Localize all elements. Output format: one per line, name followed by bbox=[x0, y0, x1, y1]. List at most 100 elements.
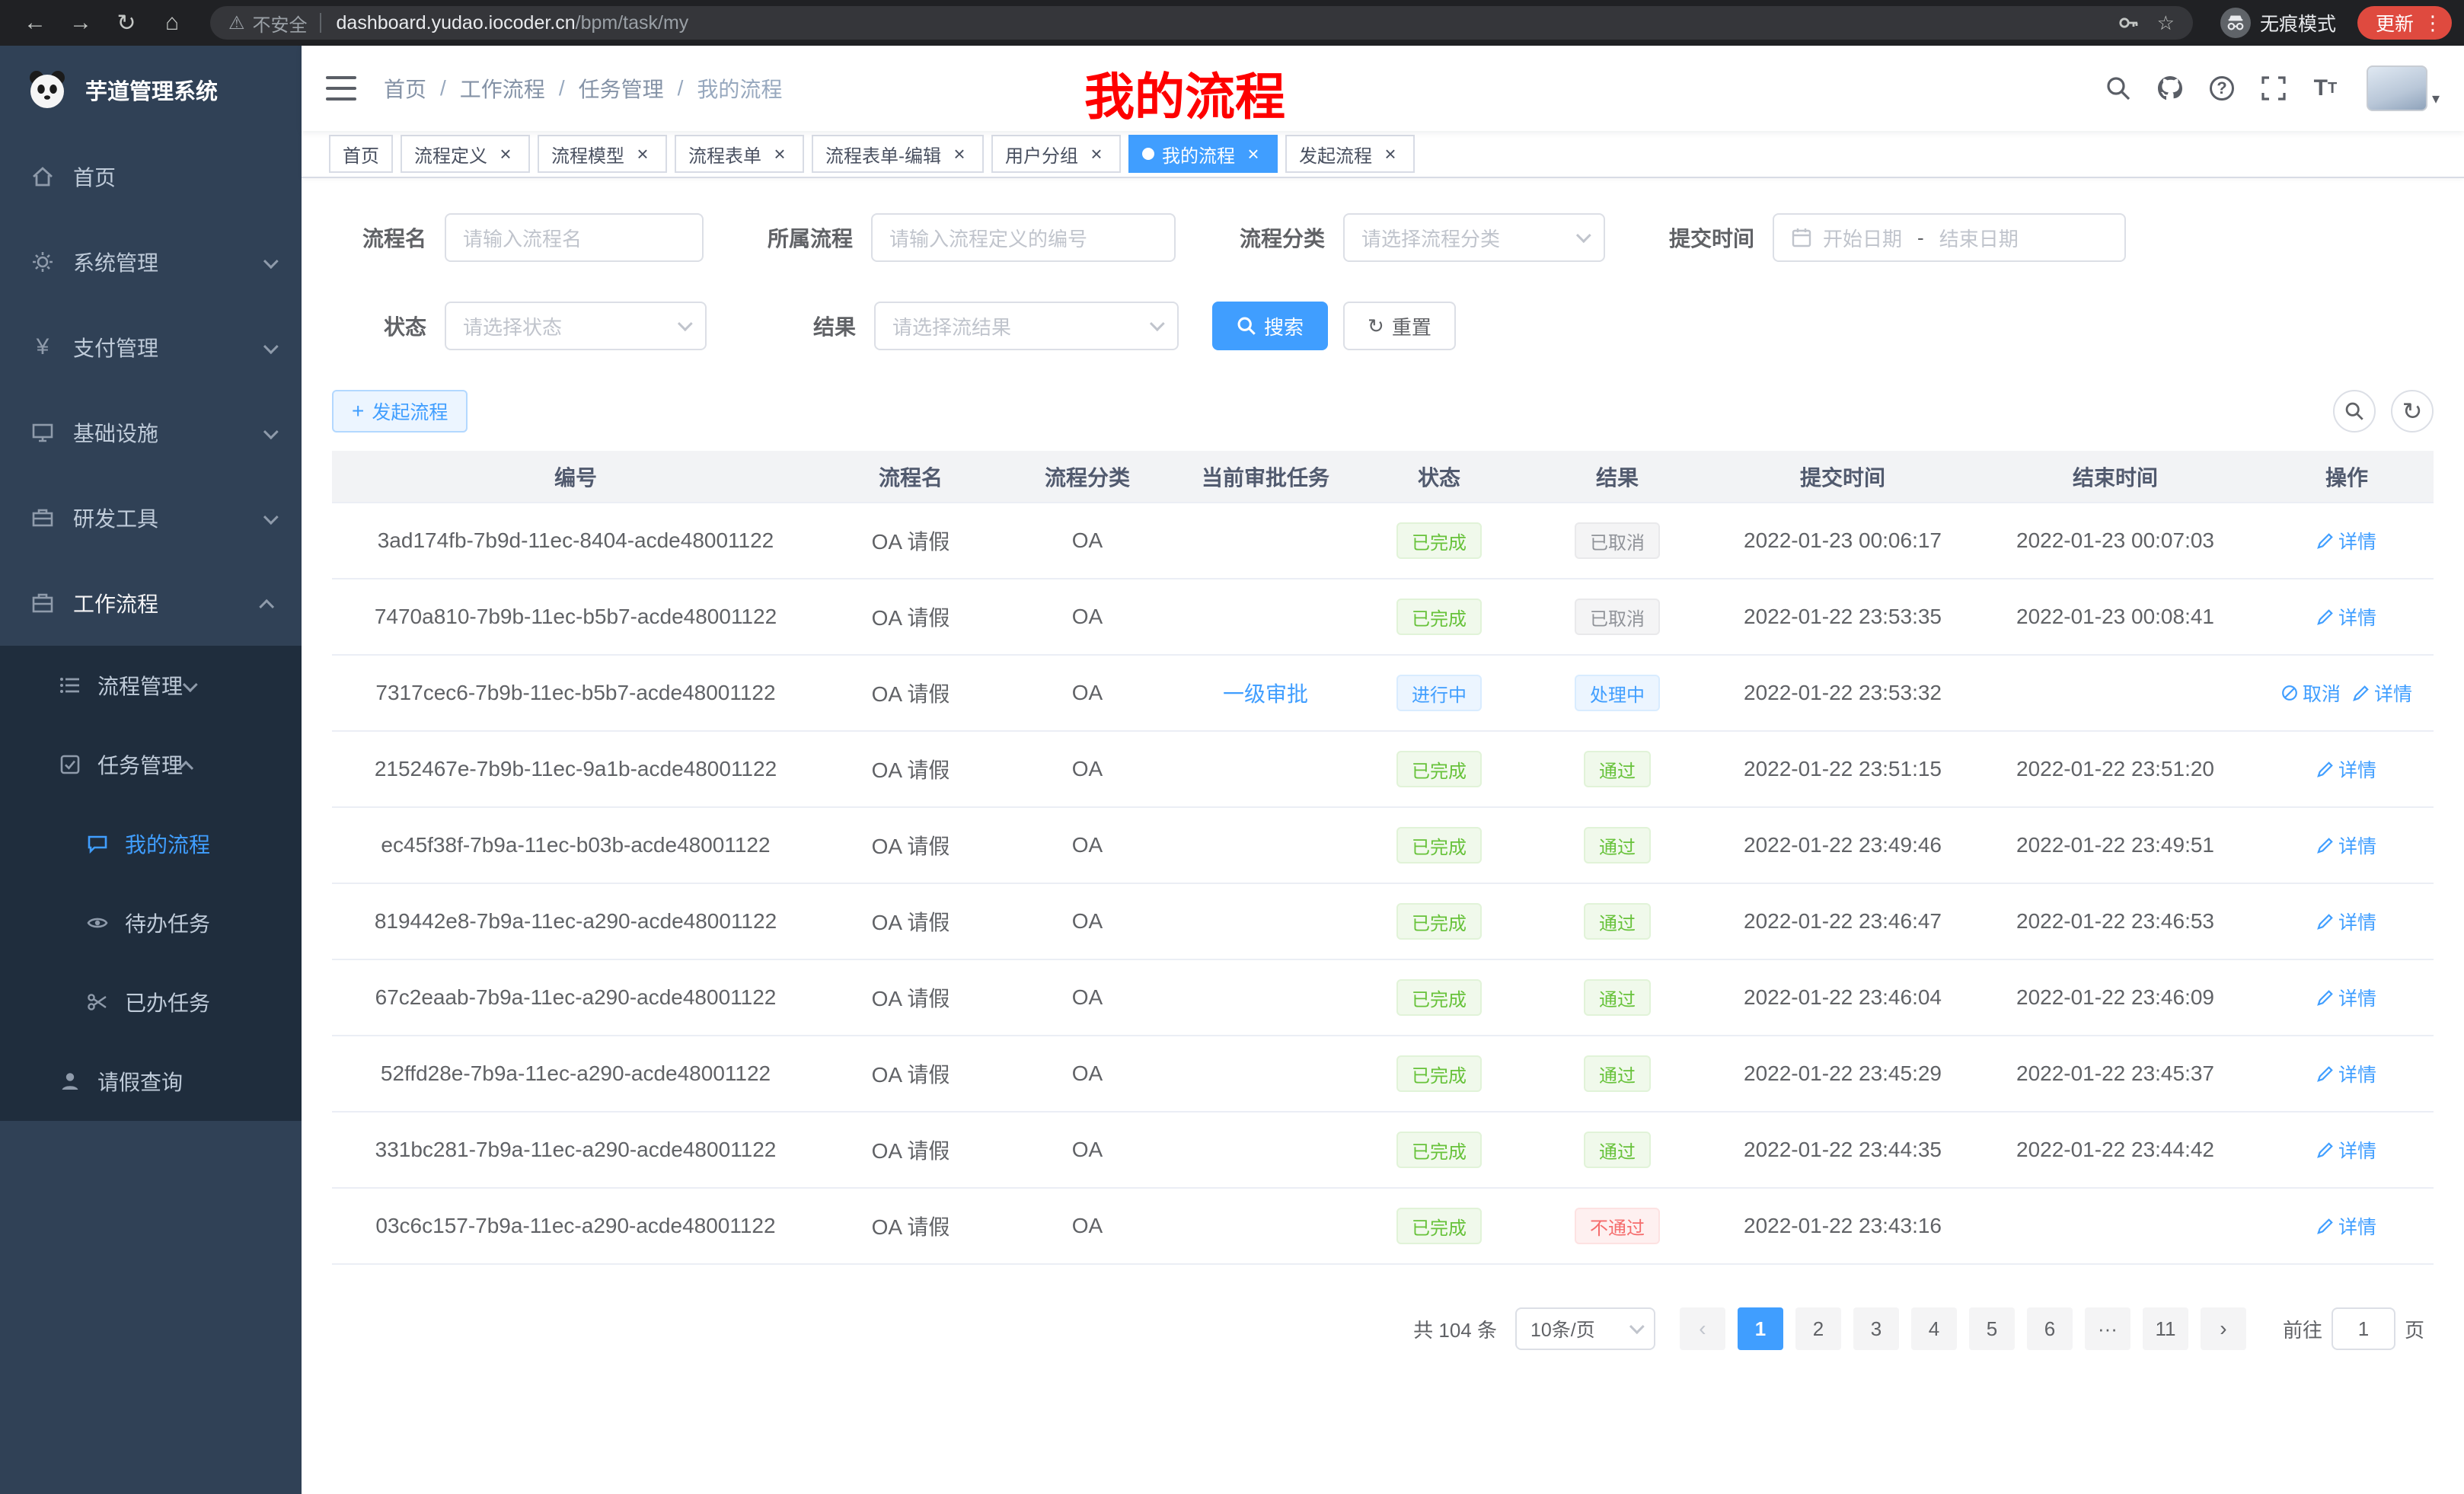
detail-link[interactable]: 详情 bbox=[2317, 908, 2376, 935]
sidebar-item-system[interactable]: 系统管理 bbox=[0, 219, 302, 305]
close-icon[interactable]: × bbox=[1243, 143, 1264, 164]
close-icon[interactable]: × bbox=[1086, 143, 1107, 164]
chevron-up-icon bbox=[183, 752, 193, 777]
sidebar-item-infrastructure[interactable]: 基础设施 bbox=[0, 390, 302, 475]
detail-link[interactable]: 详情 bbox=[2317, 984, 2376, 1011]
page-size-select[interactable]: 10条/页 bbox=[1515, 1307, 1655, 1350]
tab-process-form-edit[interactable]: 流程表单-编辑× bbox=[812, 135, 984, 173]
breadcrumb: 首页 / 工作流程 / 任务管理 / 我的流程 bbox=[384, 73, 782, 104]
chevron-down-icon bbox=[263, 506, 274, 530]
tab-user-group[interactable]: 用户分组× bbox=[991, 135, 1121, 173]
cancel-link[interactable]: 取消 bbox=[2281, 679, 2341, 707]
github-icon[interactable] bbox=[2150, 69, 2190, 108]
font-size-icon[interactable]: TT bbox=[2306, 69, 2345, 108]
address-bar[interactable]: ⚠ 不安全 dashboard.yudao.iocoder.cn /bpm/ta… bbox=[210, 6, 2193, 40]
refresh-icon[interactable]: ↻ bbox=[108, 5, 145, 41]
category-select[interactable]: 请选择流程分类 bbox=[1343, 213, 1605, 262]
home-icon[interactable]: ⌂ bbox=[154, 5, 190, 41]
page-button-6[interactable]: 6 bbox=[2027, 1307, 2073, 1350]
sidebar-item-workflow[interactable]: 工作流程 bbox=[0, 560, 302, 646]
sidebar-item-my-process[interactable]: 我的流程 bbox=[0, 804, 302, 883]
tab-my-process[interactable]: 我的流程× bbox=[1128, 135, 1278, 173]
browser-menu-icon[interactable]: ⋮ bbox=[2423, 11, 2443, 35]
page-button-1[interactable]: 1 bbox=[1738, 1307, 1783, 1350]
process-name-input[interactable]: 请输入流程名 bbox=[445, 213, 704, 262]
sidebar-item-done-tasks[interactable]: 已办任务 bbox=[0, 962, 302, 1042]
refresh-table-button[interactable]: ↻ bbox=[2391, 390, 2434, 433]
detail-link[interactable]: 详情 bbox=[2353, 679, 2412, 707]
detail-link[interactable]: 详情 bbox=[2317, 603, 2376, 630]
forward-icon[interactable]: → bbox=[62, 5, 99, 41]
user-menu[interactable]: ▾ bbox=[2367, 65, 2440, 111]
page-button-11[interactable]: 11 bbox=[2143, 1307, 2188, 1350]
password-key-icon[interactable] bbox=[2118, 12, 2139, 34]
sidebar-item-leave-query[interactable]: 请假查询 bbox=[0, 1042, 302, 1121]
detail-link[interactable]: 详情 bbox=[2317, 1136, 2376, 1164]
tab-process-definition[interactable]: 流程定义× bbox=[401, 135, 530, 173]
search-button[interactable]: 搜索 bbox=[1212, 302, 1328, 350]
annotation-title: 我的流程 bbox=[1084, 56, 1285, 129]
chevron-up-icon bbox=[263, 591, 274, 615]
detail-link[interactable]: 详情 bbox=[2317, 1212, 2376, 1240]
top-navbar: 首页 / 工作流程 / 任务管理 / 我的流程 ? TT ▾ bbox=[302, 46, 2464, 131]
sidebar-item-task-management[interactable]: 任务管理 bbox=[0, 725, 302, 804]
page-button-3[interactable]: 3 bbox=[1853, 1307, 1899, 1350]
help-icon[interactable]: ? bbox=[2202, 69, 2242, 108]
reset-button[interactable]: ↻ 重置 bbox=[1343, 302, 1456, 350]
end-date-placeholder: 结束日期 bbox=[1939, 224, 2019, 252]
toggle-search-button[interactable] bbox=[2333, 390, 2376, 433]
col-result: 结果 bbox=[1520, 451, 1715, 503]
tab-home[interactable]: 首页 bbox=[329, 135, 393, 173]
status-badge: 已完成 bbox=[1396, 751, 1482, 787]
detail-link[interactable]: 详情 bbox=[2317, 755, 2376, 783]
parent-process-input[interactable]: 请输入流程定义的编号 bbox=[871, 213, 1176, 262]
breadcrumb-home[interactable]: 首页 bbox=[384, 73, 426, 104]
detail-link[interactable]: 详情 bbox=[2317, 832, 2376, 859]
goto-page-input[interactable]: 1 bbox=[2332, 1307, 2395, 1350]
logo[interactable]: 芋道管理系统 bbox=[0, 46, 302, 134]
browser-update-button[interactable]: 更新 ⋮ bbox=[2357, 6, 2452, 40]
user-icon bbox=[58, 1069, 82, 1093]
close-icon[interactable]: × bbox=[632, 143, 653, 164]
close-icon[interactable]: × bbox=[495, 143, 516, 164]
result-select[interactable]: 请选择流结果 bbox=[874, 302, 1179, 350]
bookmark-star-icon[interactable]: ☆ bbox=[2157, 11, 2175, 35]
sidebar-item-home[interactable]: 首页 bbox=[0, 134, 302, 219]
sidebar-toggle-icon[interactable] bbox=[326, 76, 356, 101]
breadcrumb-workflow[interactable]: 工作流程 bbox=[460, 73, 545, 104]
status-select[interactable]: 请选择状态 bbox=[445, 302, 707, 350]
close-icon[interactable]: × bbox=[1380, 143, 1401, 164]
tab-process-form[interactable]: 流程表单× bbox=[675, 135, 804, 173]
current-task-link[interactable]: 一级审批 bbox=[1223, 682, 1308, 706]
submit-time-range-picker[interactable]: 开始日期 - 结束日期 bbox=[1773, 213, 2126, 262]
breadcrumb-task-management[interactable]: 任务管理 bbox=[579, 73, 664, 104]
close-icon[interactable]: × bbox=[769, 143, 790, 164]
detail-link[interactable]: 详情 bbox=[2317, 527, 2376, 554]
tab-start-process[interactable]: 发起流程× bbox=[1285, 135, 1415, 173]
back-icon[interactable]: ← bbox=[17, 5, 53, 41]
sidebar-item-todo-tasks[interactable]: 待办任务 bbox=[0, 883, 302, 962]
more-pages-button[interactable]: ··· bbox=[2085, 1307, 2130, 1350]
sidebar-item-payment[interactable]: ¥ 支付管理 bbox=[0, 305, 302, 390]
browser-toolbar: ← → ↻ ⌂ ⚠ 不安全 dashboard.yudao.iocoder.cn… bbox=[0, 0, 2464, 46]
next-page-button[interactable]: › bbox=[2201, 1307, 2246, 1350]
result-badge: 处理中 bbox=[1575, 675, 1660, 711]
start-process-button[interactable]: + 发起流程 bbox=[332, 390, 468, 433]
page-button-2[interactable]: 2 bbox=[1795, 1307, 1841, 1350]
status-badge: 进行中 bbox=[1396, 675, 1482, 711]
detail-link[interactable]: 详情 bbox=[2317, 1060, 2376, 1087]
close-icon[interactable]: × bbox=[949, 143, 970, 164]
sidebar-item-devtools[interactable]: 研发工具 bbox=[0, 475, 302, 560]
page-button-4[interactable]: 4 bbox=[1911, 1307, 1957, 1350]
page-button-5[interactable]: 5 bbox=[1969, 1307, 2015, 1350]
prev-page-button[interactable]: ‹ bbox=[1680, 1307, 1725, 1350]
briefcase-icon bbox=[30, 591, 55, 615]
submit-time-label: 提交时间 bbox=[1639, 222, 1754, 253]
parent-process-label: 所属流程 bbox=[737, 222, 853, 253]
tab-process-model[interactable]: 流程模型× bbox=[538, 135, 667, 173]
sidebar-item-process-management[interactable]: 流程管理 bbox=[0, 646, 302, 725]
chevron-down-icon bbox=[1150, 316, 1165, 331]
chevron-down-icon bbox=[678, 316, 693, 331]
fullscreen-icon[interactable] bbox=[2254, 69, 2293, 108]
search-icon[interactable] bbox=[2099, 69, 2138, 108]
